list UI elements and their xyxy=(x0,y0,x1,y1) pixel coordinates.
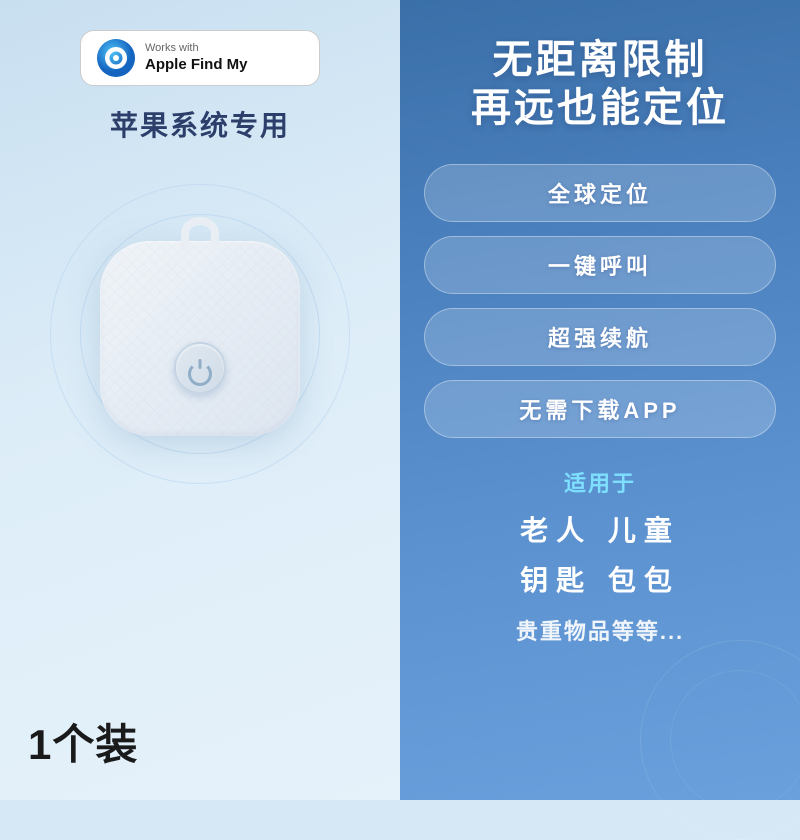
applicable-label: 适用于 xyxy=(564,466,636,498)
applicable-row3: 贵重物品等等... xyxy=(516,614,684,646)
device-loop xyxy=(181,217,219,249)
find-my-badge: Works with Apple Find My xyxy=(80,30,320,86)
deco-circle-2 xyxy=(670,670,800,810)
right-panel: 无距离限制 再远也能定位 全球定位 一键呼叫 超强续航 无需下载APP 适用于 … xyxy=(400,0,800,800)
feature-battery: 超强续航 xyxy=(424,308,776,366)
feature-global: 全球定位 xyxy=(424,164,776,222)
feature-no-app: 无需下载APP xyxy=(424,380,776,438)
headline-line1: 无距离限制 xyxy=(471,36,729,84)
quantity-badge: 1个装 xyxy=(28,711,138,772)
find-my-text: Works with Apple Find My xyxy=(145,41,248,75)
device-texture xyxy=(100,241,300,436)
feature-list: 全球定位 一键呼叫 超强续航 无需下载APP xyxy=(424,164,776,438)
power-button[interactable] xyxy=(174,342,226,394)
headline-line2: 再远也能定位 xyxy=(471,84,729,132)
applicable-section: 适用于 老人 儿童 钥匙 包包 贵重物品等等... xyxy=(424,466,776,646)
applicable-row1: 老人 儿童 xyxy=(520,510,680,552)
apple-system-label: 苹果系统专用 xyxy=(110,104,290,144)
works-with-label: Works with xyxy=(145,41,248,55)
tracker-device xyxy=(100,229,300,439)
find-my-icon xyxy=(97,39,135,77)
device-area xyxy=(40,164,360,504)
feature-call: 一键呼叫 xyxy=(424,236,776,294)
main-headline: 无距离限制 再远也能定位 xyxy=(471,36,729,132)
power-icon xyxy=(188,356,212,380)
page: Works with Apple Find My 苹果系统专用 xyxy=(0,0,800,800)
applicable-row2: 钥匙 包包 xyxy=(520,560,680,602)
device-body xyxy=(100,241,300,436)
find-my-title: Apple Find My xyxy=(145,55,248,75)
left-panel: Works with Apple Find My 苹果系统专用 xyxy=(0,0,400,800)
